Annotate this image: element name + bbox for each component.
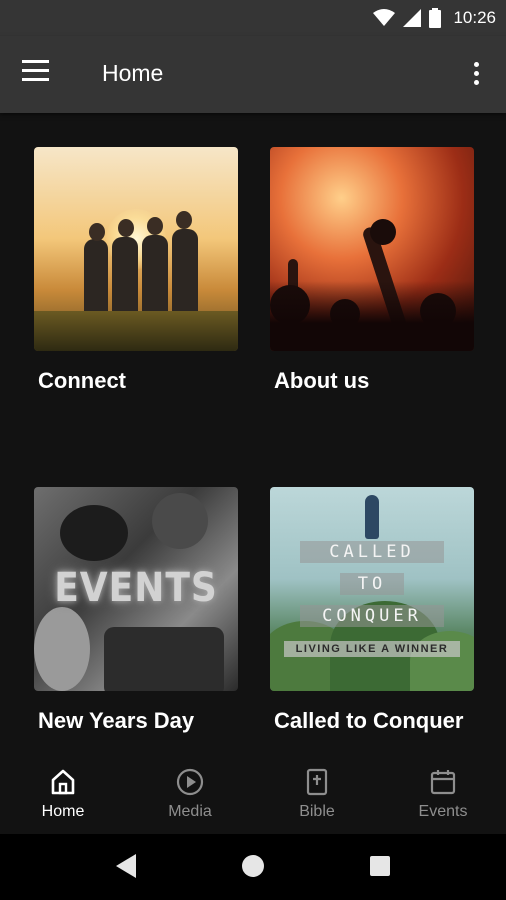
home-icon <box>51 769 75 795</box>
content-grid: Connect About us EVENTS New Years Day CA… <box>0 113 506 750</box>
card-new-years-day[interactable]: EVENTS New Years Day <box>34 487 238 735</box>
home-circle-icon[interactable] <box>242 855 264 877</box>
battery-icon <box>429 8 442 28</box>
more-options-icon[interactable] <box>466 60 486 92</box>
page-title: Home <box>102 60 164 86</box>
back-icon[interactable] <box>116 854 136 878</box>
card-label: Connect <box>38 368 126 393</box>
bottom-navigation: Home Media Bible Events <box>0 750 506 834</box>
nav-home[interactable]: Home <box>0 750 126 834</box>
app-bar: Home <box>0 36 506 113</box>
about-us-image <box>270 147 474 351</box>
image-line-2: TO <box>340 573 404 595</box>
person-figure <box>365 495 379 539</box>
wifi-icon <box>373 9 396 26</box>
status-bar: 10:26 <box>0 0 506 36</box>
recent-apps-icon[interactable] <box>370 856 390 876</box>
play-circle-icon <box>176 768 204 796</box>
bible-icon <box>306 768 328 796</box>
connect-image <box>34 147 238 351</box>
system-navigation-bar <box>0 834 506 900</box>
card-about-us[interactable]: About us <box>270 147 474 395</box>
called-to-conquer-image: CALLED TO CONQUER LIVING LIKE A WINNER <box>270 487 474 691</box>
nav-events[interactable]: Events <box>380 750 506 834</box>
image-line-3: CONQUER <box>300 605 444 627</box>
nav-media-label: Media <box>168 803 212 820</box>
nav-home-label: Home <box>41 803 85 820</box>
menu-icon[interactable] <box>22 60 56 90</box>
nav-bible-label: Bible <box>299 803 335 820</box>
card-label: New Years Day <box>38 708 195 733</box>
events-image: EVENTS <box>34 487 238 691</box>
events-image-text: EVENTS <box>54 565 218 611</box>
image-line-1: CALLED <box>300 541 444 563</box>
card-label: Called to Conquer <box>274 708 464 733</box>
card-label: About us <box>274 368 370 393</box>
signal-icon <box>403 9 422 27</box>
status-time: 10:26 <box>453 8 496 27</box>
nav-bible[interactable]: Bible <box>254 750 380 834</box>
nav-media[interactable]: Media <box>127 750 253 834</box>
card-called-to-conquer[interactable]: CALLED TO CONQUER LIVING LIKE A WINNER C… <box>270 487 474 735</box>
card-connect[interactable]: Connect <box>34 147 238 395</box>
image-subtitle: LIVING LIKE A WINNER <box>284 641 460 657</box>
nav-events-label: Events <box>418 803 468 820</box>
calendar-icon <box>430 770 456 795</box>
